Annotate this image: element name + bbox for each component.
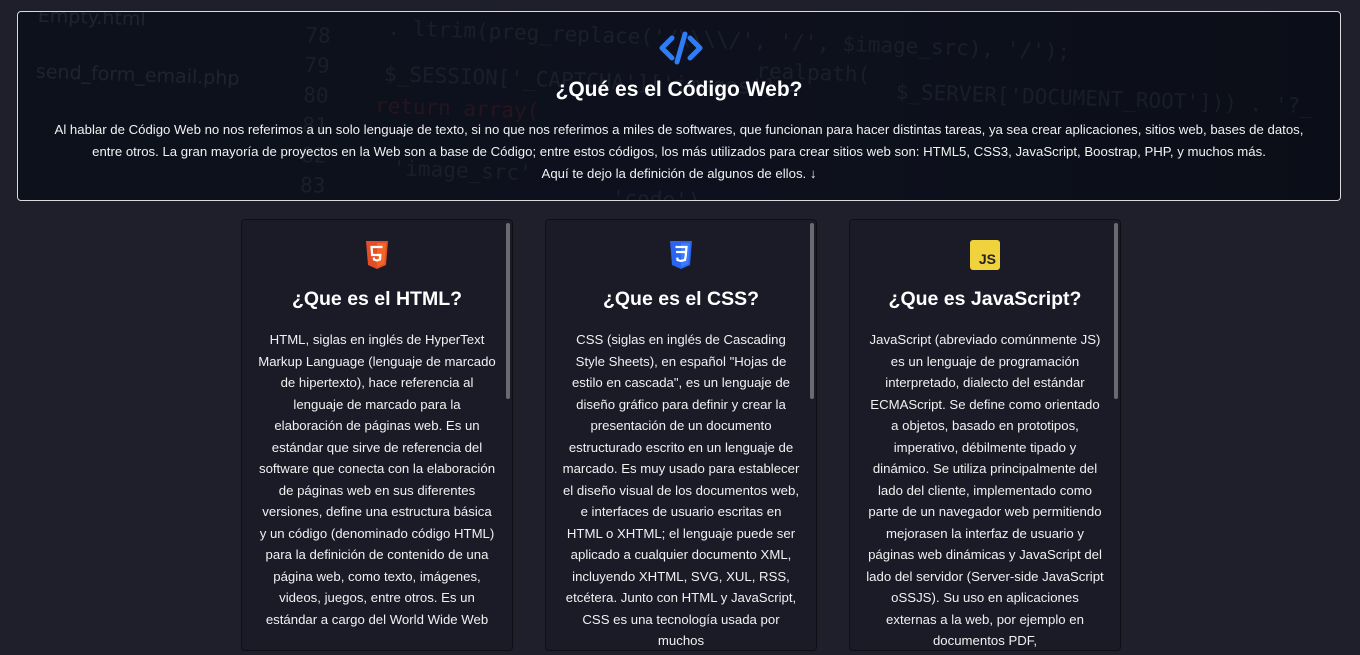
card-html: ¿Que es el HTML? HTML, siglas en inglés … bbox=[241, 219, 513, 651]
card-title: ¿Que es el CSS? bbox=[602, 288, 760, 310]
hero-title: ¿Qué es el Código Web? bbox=[555, 78, 803, 101]
card-icon-wrapper bbox=[546, 240, 816, 272]
card-body: JavaScript (abreviado comúnmente JS) es … bbox=[866, 332, 1104, 648]
card-title: ¿Que es el HTML? bbox=[291, 288, 463, 310]
card-icon-wrapper: JS bbox=[850, 240, 1120, 272]
card-body: CSS (siglas en inglés de Cascading Style… bbox=[562, 332, 800, 648]
html5-icon bbox=[366, 241, 388, 269]
card-title: ¿Que es JavaScript? bbox=[888, 288, 1082, 310]
hero-paragraph: Al hablar de Código Web no nos referimos… bbox=[54, 122, 1304, 159]
card-icon-wrapper bbox=[242, 240, 512, 272]
css3-icon bbox=[670, 241, 692, 269]
card-body: HTML, siglas en inglés de HyperText Mark… bbox=[258, 332, 496, 627]
hero-subtext: Aquí te dejo la definición de algunos de… bbox=[541, 166, 817, 181]
code-icon bbox=[659, 31, 703, 65]
hero-description: Al hablar de Código Web no nos referimos… bbox=[38, 119, 1320, 185]
javascript-icon: JS bbox=[970, 240, 1000, 270]
card-javascript: JS ¿Que es JavaScript? JavaScript (abrev… bbox=[849, 219, 1121, 651]
card-css: ¿Que es el CSS? CSS (siglas en inglés de… bbox=[545, 219, 817, 651]
hero-banner: Empty.html send_form_email.php . ltrim(p… bbox=[17, 11, 1341, 201]
